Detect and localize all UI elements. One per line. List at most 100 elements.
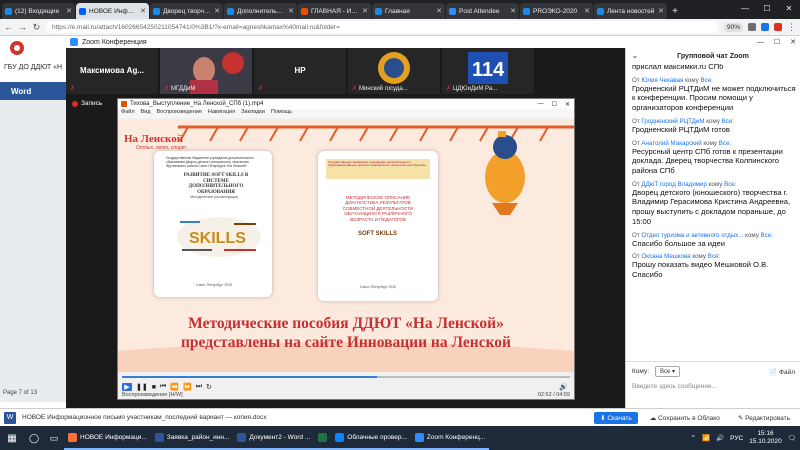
- chat-sender[interactable]: ДДюТ город Владимир: [641, 181, 707, 188]
- volume-icon[interactable]: 🔊: [716, 434, 724, 442]
- chat-sender[interactable]: Юлия Чекавая: [641, 77, 683, 84]
- browser-tab[interactable]: Post Attendee ✕: [446, 3, 519, 19]
- taskbar-app[interactable]: Облачные провер...: [331, 426, 411, 450]
- close-tab-icon[interactable]: ✕: [510, 7, 516, 15]
- participant-tile[interactable]: ✗ Минский госуда...: [348, 48, 440, 94]
- tray-chevron-icon[interactable]: ⌃: [691, 434, 696, 442]
- taskbar-app[interactable]: Документ2 - Word ...: [233, 426, 315, 450]
- close-tab-icon[interactable]: ✕: [436, 7, 442, 15]
- repeat-icon[interactable]: ↻: [206, 383, 212, 391]
- player-menu-item[interactable]: Навигация: [208, 109, 235, 118]
- browser-tab[interactable]: (12) Входящие ✕: [2, 3, 75, 19]
- video-frame[interactable]: На Ленской Отдых, лето, спорт Государств…: [118, 119, 574, 372]
- save-to-cloud-button[interactable]: ☁ Сохранить в Облако: [644, 412, 726, 424]
- chat-message-list[interactable]: прислал максимки.ru СПб От Юлия Чекавая к…: [632, 64, 797, 360]
- maximize-icon[interactable]: ☐: [552, 101, 557, 108]
- close-tab-icon[interactable]: ✕: [584, 7, 590, 15]
- participant-name: Максимова Ag...: [80, 66, 144, 75]
- browser-tab[interactable]: Лента новостей ✕: [594, 3, 667, 19]
- prev-icon[interactable]: ⏮: [160, 383, 166, 391]
- player-menu-item[interactable]: Воспроизведение: [156, 109, 201, 118]
- participant-tile[interactable]: ✗ МГДДиМ: [160, 48, 252, 94]
- player-menu-item[interactable]: Помощь: [271, 109, 292, 118]
- maximize-icon[interactable]: ☐: [756, 0, 778, 16]
- taskbar-app[interactable]: Zoom Конференц...: [410, 426, 490, 450]
- slide-caption-line1: Методические пособия ДДЮТ «На Ленской»: [188, 315, 504, 332]
- close-tab-icon[interactable]: ✕: [66, 7, 72, 15]
- player-menu-item[interactable]: Закладки: [241, 109, 265, 118]
- participant-tile[interactable]: 114 ✗ ЦДЮиДиМ Ра...: [442, 48, 534, 94]
- chat-input[interactable]: Введите здесь сообщение...: [626, 381, 800, 392]
- browser-tab[interactable]: PROЭКО-2020 ✕: [520, 3, 593, 19]
- url-input[interactable]: https://e.mail.ru/attach/160266542502110…: [46, 21, 719, 33]
- extension-icon[interactable]: [774, 23, 782, 31]
- edit-button[interactable]: ✎ Редактировать: [732, 412, 796, 424]
- new-tab-button[interactable]: +: [668, 3, 682, 19]
- app-icon: [318, 432, 328, 442]
- participant-tile[interactable]: Максимова Ag... ✗: [66, 48, 158, 94]
- network-icon[interactable]: 📶: [702, 434, 710, 442]
- close-icon[interactable]: ✕: [778, 0, 800, 16]
- word-preview: Word Page 7 of 13: [0, 82, 66, 402]
- menu-icon[interactable]: ⋮: [787, 22, 796, 33]
- stop-icon[interactable]: ■: [152, 384, 156, 391]
- download-filename[interactable]: НОВОЕ Информационное письмо участникам_п…: [22, 414, 588, 421]
- browser-tab[interactable]: НОВОЕ Информационное✕: [76, 3, 149, 19]
- forward-icon[interactable]: ⏩: [183, 383, 192, 391]
- seek-bar[interactable]: [118, 372, 574, 382]
- pause-icon[interactable]: ❚❚: [136, 383, 148, 391]
- taskbar-app[interactable]: [314, 426, 332, 450]
- close-tab-icon[interactable]: ✕: [214, 7, 220, 15]
- extension-icon[interactable]: [761, 23, 769, 31]
- clock[interactable]: 15:16 15.10.2020: [749, 430, 782, 446]
- muted-mic-icon: ✗: [164, 86, 170, 92]
- file-button[interactable]: 📄 Файл: [769, 368, 795, 376]
- taskbar-app[interactable]: НОВОЕ Информаци...: [64, 426, 151, 450]
- rewind-icon[interactable]: ⏪: [170, 383, 179, 391]
- browser-tab[interactable]: Главная ✕: [372, 3, 445, 19]
- play-icon[interactable]: ▶: [122, 383, 132, 391]
- minimize-icon[interactable]: —: [757, 39, 764, 46]
- forward-icon[interactable]: →: [18, 22, 27, 32]
- chat-message-body: Прошу показать видео Мешковой О.В. Спаси…: [632, 260, 769, 280]
- back-icon[interactable]: ←: [4, 22, 13, 32]
- recipient-label: Кому:: [632, 368, 649, 375]
- search-icon[interactable]: ◯: [24, 426, 44, 450]
- close-tab-icon[interactable]: ✕: [362, 7, 368, 15]
- extension-icon[interactable]: [748, 23, 756, 31]
- chevron-down-icon[interactable]: ⌄: [632, 52, 638, 60]
- playback-mode: Воспроизведение [H/W]: [122, 392, 183, 398]
- close-icon[interactable]: ✕: [565, 101, 570, 108]
- chat-sender[interactable]: Отдел туризма и активного отдых...: [641, 232, 743, 239]
- player-menu-item[interactable]: Вид: [141, 109, 151, 118]
- chat-sender[interactable]: Оксана Мешкова: [641, 253, 690, 260]
- player-menu-item[interactable]: Файл: [121, 109, 135, 118]
- taskbar-app[interactable]: Заявка_район_инн...: [150, 426, 234, 450]
- browser-tab[interactable]: Дворец творчества✕: [150, 3, 223, 19]
- windows-start-icon[interactable]: ▦: [0, 426, 24, 450]
- recipient-select[interactable]: Все ▾: [655, 366, 681, 377]
- reload-icon[interactable]: ↻: [32, 22, 41, 33]
- close-tab-icon[interactable]: ✕: [288, 7, 294, 15]
- task-view-icon[interactable]: ▭: [44, 426, 64, 450]
- participant-tile[interactable]: HP ✗: [254, 48, 346, 94]
- next-icon[interactable]: ⏭: [196, 383, 202, 391]
- language-indicator[interactable]: РУС: [730, 435, 743, 442]
- zoom-level[interactable]: 90%: [723, 22, 743, 32]
- close-tab-icon[interactable]: ✕: [140, 7, 146, 15]
- volume-icon[interactable]: 🔊: [559, 383, 568, 391]
- minimize-icon[interactable]: —: [538, 101, 544, 108]
- chat-sender[interactable]: Гродненский РЦТДиМ: [641, 118, 704, 125]
- chat-title: Групповой чат Zoom: [677, 52, 749, 60]
- maximize-icon[interactable]: ☐: [774, 38, 780, 46]
- close-icon[interactable]: ✕: [790, 38, 796, 46]
- browser-tab[interactable]: Дополнительное ✕: [224, 3, 297, 19]
- notifications-icon[interactable]: 🗨: [788, 434, 796, 442]
- close-tab-icon[interactable]: ✕: [658, 7, 664, 15]
- minimize-icon[interactable]: —: [734, 0, 756, 16]
- favicon-icon: [153, 7, 160, 15]
- chat-sender[interactable]: Анатолий Макарский: [641, 140, 701, 147]
- download-button[interactable]: ⬇ Скачать: [594, 411, 638, 424]
- favicon-icon: [523, 7, 530, 15]
- browser-tab[interactable]: ГЛАВНАЯ - Инновации✕: [298, 3, 371, 19]
